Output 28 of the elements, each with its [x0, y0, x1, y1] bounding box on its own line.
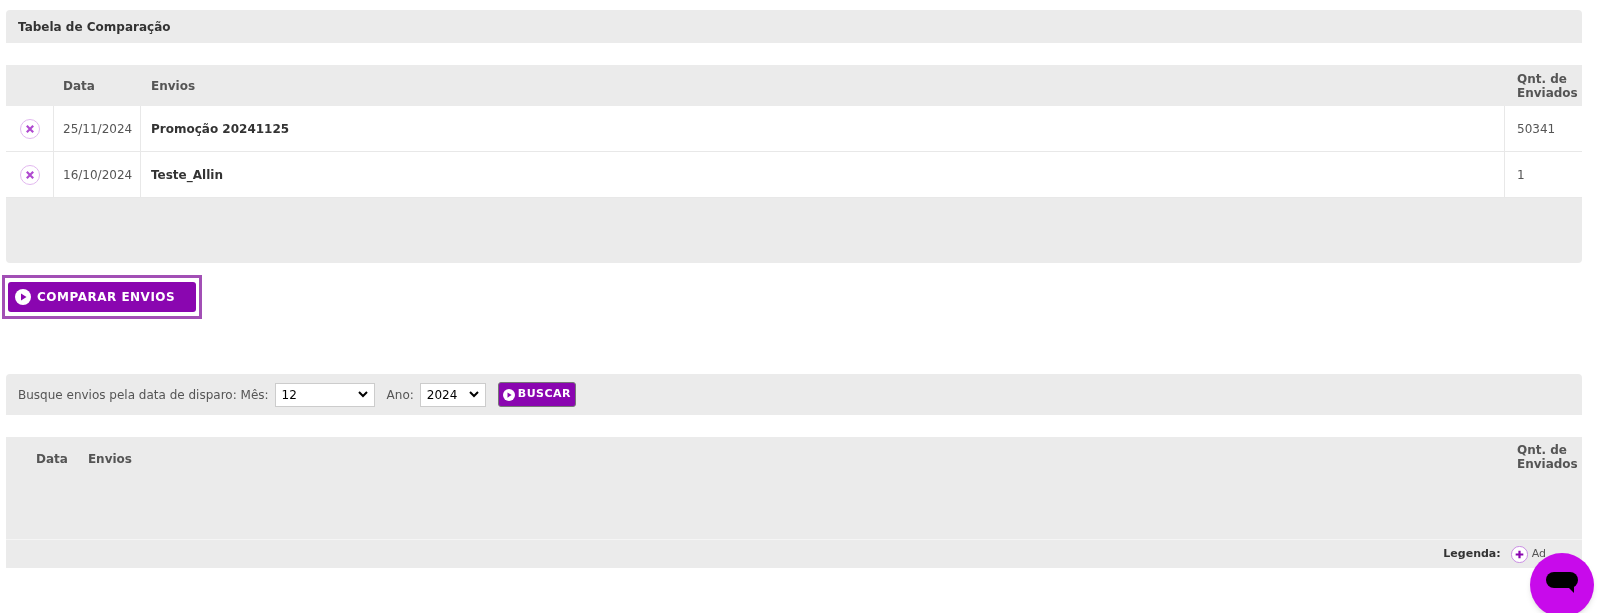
search-label: Busque envios pela data de disparo: Mês: [18, 386, 269, 404]
search-button[interactable]: BUSCAR [497, 382, 577, 407]
column-header: Envios [86, 451, 133, 468]
panel-title: Tabela de Comparação [18, 18, 171, 36]
plus-icon [1510, 545, 1528, 563]
remove-icon[interactable] [19, 164, 40, 185]
column-header: Envios [150, 77, 197, 95]
remove-icon[interactable] [19, 118, 40, 139]
column-header: Qnt. de Enviados [1516, 443, 1579, 471]
play-icon [502, 388, 515, 401]
caret-icon [468, 391, 479, 398]
compare-button[interactable]: COMPARAR ENVIOS [8, 282, 196, 312]
table-cell: 25/11/2024 [54, 106, 141, 151]
table-cell-text: 1 [1516, 166, 1526, 184]
table-cell-text: 50341 [1516, 120, 1557, 138]
year-label: Ano: [386, 386, 414, 404]
table-cell: Teste_Allin [141, 152, 1505, 197]
table-cell: 16/10/2024 [54, 152, 141, 197]
caret-icon [357, 391, 368, 398]
year-select[interactable]: 2024 [419, 382, 486, 407]
legend-item: Ad [1531, 545, 1546, 562]
column-header: Data [62, 77, 96, 95]
play-icon [15, 289, 31, 305]
column-header: Qnt. de Enviados [1516, 71, 1579, 100]
month-select[interactable]: 12 [274, 382, 375, 407]
legend-label: Legenda: [1443, 545, 1501, 562]
table-cell: Promoção 20241125 [141, 106, 1505, 151]
column-header: Data [35, 451, 68, 468]
